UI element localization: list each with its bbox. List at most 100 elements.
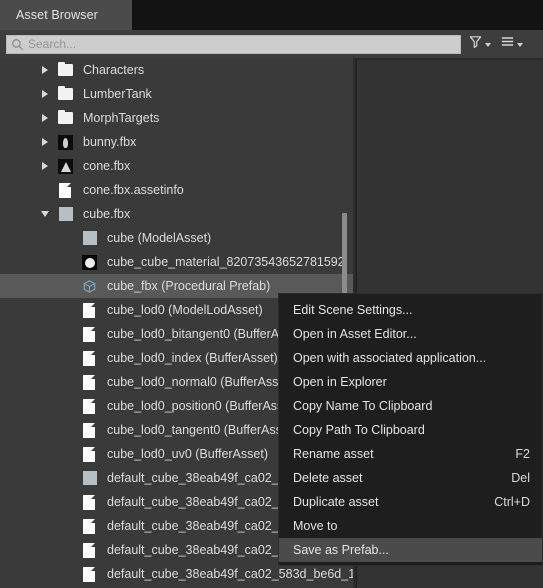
expand-arrow-collapsed-icon[interactable] — [38, 130, 52, 154]
menu-item[interactable]: Delete asset Del — [279, 466, 542, 490]
tree-row[interactable]: cone.fbx — [0, 154, 353, 178]
bunny-thumbnail-icon — [58, 134, 74, 150]
menu-item-label: Open in Explorer — [293, 375, 387, 389]
document-icon — [82, 422, 98, 438]
document-icon — [82, 518, 98, 534]
menu-item-shortcut: F2 — [515, 447, 530, 461]
folder-icon — [58, 61, 74, 78]
expand-arrow-placeholder — [62, 538, 76, 562]
tree-row-label: cube_lod0_bitangent0 (BufferAsset) — [107, 327, 307, 341]
expand-arrow-placeholder — [62, 490, 76, 514]
menu-item-shortcut: Ctrl+D — [494, 495, 530, 509]
tab-bar: Asset Browser — [0, 0, 543, 30]
menu-item-shortcut: Del — [511, 471, 530, 485]
search-icon — [11, 38, 24, 51]
menu-item[interactable]: Rename asset F2 — [279, 442, 542, 466]
expand-arrow-collapsed-icon[interactable] — [38, 58, 52, 82]
menu-item-label: Save as Prefab... — [293, 543, 389, 557]
tree-row[interactable]: LumberTank — [0, 82, 353, 106]
folder-icon — [58, 85, 74, 102]
expand-arrow-placeholder — [62, 394, 76, 418]
tree-row-label: cube_lod0_index (BufferAsset) — [107, 351, 278, 365]
menu-item-label: Copy Name To Clipboard — [293, 399, 433, 413]
document-icon — [82, 326, 98, 342]
expand-arrow-placeholder — [62, 514, 76, 538]
expand-arrow-placeholder — [62, 466, 76, 490]
tree-row-label: cube_lod0_tangent0 (BufferAsset) — [107, 423, 297, 437]
document-icon — [58, 182, 74, 198]
tree-row-label: MorphTargets — [83, 111, 160, 125]
menu-item-label: Delete asset — [293, 471, 363, 485]
document-icon — [82, 446, 98, 462]
menu-item[interactable]: Save as Prefab... — [279, 538, 542, 562]
tab-label: Asset Browser — [16, 8, 98, 22]
tree-row-label: cube.fbx — [83, 207, 131, 221]
tree-row-label: bunny.fbx — [83, 135, 137, 149]
menu-item-label: Edit Scene Settings... — [293, 303, 413, 317]
menu-item[interactable]: Copy Name To Clipboard — [279, 394, 542, 418]
context-menu[interactable]: Edit Scene Settings... Open in Asset Edit… — [278, 293, 543, 566]
expand-arrow-expanded-icon[interactable] — [38, 202, 52, 226]
expand-arrow-collapsed-icon[interactable] — [38, 82, 52, 106]
tree-row-label: cube_fbx (Procedural Prefab) — [107, 279, 271, 293]
tree-row[interactable]: cube_cube_material_82073543652781592 — [0, 250, 353, 274]
model-square-icon — [58, 206, 74, 222]
menu-item-label: Copy Path To Clipboard — [293, 423, 425, 437]
model-square-icon — [82, 470, 98, 486]
tree-row-label: cube_lod0_normal0 (BufferAsset) — [107, 375, 293, 389]
menu-item[interactable]: Open in Explorer — [279, 370, 542, 394]
tree-row-label: default_cube_38eab49f_ca02_583d_be6d_1 — [107, 567, 353, 581]
menu-item-label: Open with associated application... — [293, 351, 487, 365]
tree-row[interactable]: cube.fbx — [0, 202, 353, 226]
tree-row-label: cone.fbx.assetinfo — [83, 183, 184, 197]
expand-arrow-placeholder — [62, 322, 76, 346]
tree-row[interactable]: MorphTargets — [0, 106, 353, 130]
search-input[interactable] — [24, 37, 460, 51]
tree-row-label: cone.fbx — [83, 159, 131, 173]
expand-arrow-placeholder — [62, 562, 76, 586]
document-icon — [82, 302, 98, 318]
tree-scrollbar-thumb[interactable] — [342, 213, 347, 297]
tree-row[interactable]: cube (ModelAsset) — [0, 226, 353, 250]
filter-funnel-icon — [468, 34, 483, 54]
search-box[interactable] — [6, 34, 461, 54]
options-button[interactable] — [498, 33, 525, 55]
asset-browser-window: Asset Browser Search... Characters Lumbe… — [0, 0, 543, 588]
expand-arrow-placeholder — [62, 418, 76, 442]
menu-item[interactable]: Copy Path To Clipboard — [279, 418, 542, 442]
document-icon — [82, 398, 98, 414]
tree-row-label: cube_lod0_position0 (BufferAsset) — [107, 399, 298, 413]
chevron-down-icon — [517, 43, 523, 47]
material-sphere-icon — [82, 254, 98, 270]
expand-arrow-placeholder — [62, 442, 76, 466]
expand-arrow-placeholder — [62, 346, 76, 370]
prefab-icon — [82, 278, 98, 294]
tree-row[interactable]: cone.fbx.assetinfo — [0, 178, 353, 202]
tree-row[interactable]: bunny.fbx — [0, 130, 353, 154]
folder-icon — [58, 109, 74, 126]
menu-item[interactable]: Open with associated application... — [279, 346, 542, 370]
model-square-icon — [82, 230, 98, 246]
tree-row-label: Characters — [83, 63, 145, 77]
chevron-down-icon — [485, 43, 491, 47]
expand-arrow-collapsed-icon[interactable] — [38, 154, 52, 178]
filter-button[interactable] — [466, 33, 493, 55]
tree-row[interactable]: Characters — [0, 58, 353, 82]
tree-row-label: cube_lod0_uv0 (BufferAsset) — [107, 447, 268, 461]
menu-item[interactable]: Duplicate asset Ctrl+D — [279, 490, 542, 514]
list-options-icon — [500, 34, 515, 54]
menu-item[interactable]: Open in Asset Editor... — [279, 322, 542, 346]
menu-item-label: Rename asset — [293, 447, 374, 461]
expand-arrow-placeholder — [62, 250, 76, 274]
document-icon — [82, 494, 98, 510]
expand-arrow-placeholder — [62, 226, 76, 250]
expand-arrow-placeholder — [38, 178, 52, 202]
tab-asset-browser[interactable]: Asset Browser — [0, 0, 132, 30]
menu-item[interactable]: Edit Scene Settings... — [279, 298, 542, 322]
menu-item[interactable]: Move to — [279, 514, 542, 538]
tree-row-label: cube_lod0 (ModelLodAsset) — [107, 303, 263, 317]
expand-arrow-collapsed-icon[interactable] — [38, 106, 52, 130]
tree-row-label: cube_cube_material_82073543652781592 — [107, 255, 345, 269]
expand-arrow-placeholder — [62, 370, 76, 394]
expand-arrow-placeholder — [62, 298, 76, 322]
